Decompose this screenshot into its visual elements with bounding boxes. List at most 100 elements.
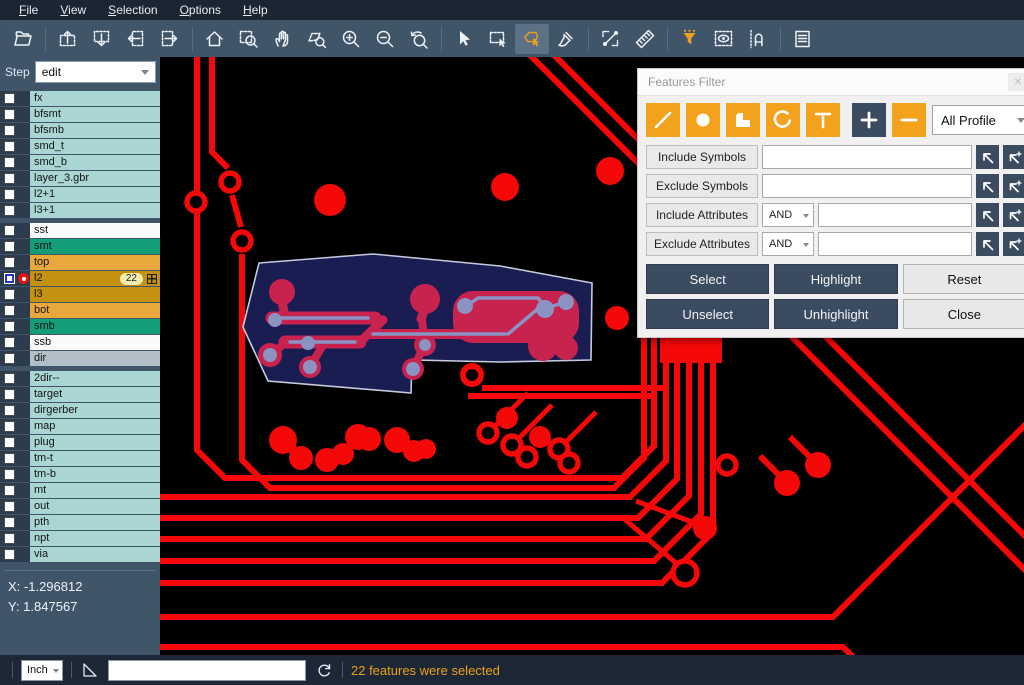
close-button[interactable]: Close — [903, 299, 1024, 329]
layer-visible-checkbox[interactable] — [4, 173, 15, 184]
layer-indicator-slot[interactable] — [18, 189, 29, 200]
include-attributes-button[interactable]: Include Attributes — [646, 203, 758, 227]
exclude-attributes-input[interactable] — [818, 232, 972, 256]
unhighlight-button[interactable]: Unhighlight — [774, 299, 897, 329]
layer-name[interactable]: ssb — [30, 335, 160, 350]
layer-name[interactable]: l3+1 — [30, 203, 160, 218]
menu-item-view[interactable]: View — [49, 0, 97, 20]
layer-indicator-slot[interactable] — [18, 241, 29, 252]
remove-filter-button[interactable] — [892, 103, 926, 137]
layer-row-smd_b[interactable]: smd_b — [0, 155, 160, 170]
layer-name[interactable]: dir — [30, 351, 160, 366]
layer-visible-checkbox[interactable] — [4, 453, 15, 464]
layer-visible-checkbox[interactable] — [4, 501, 15, 512]
layer-indicator-slot[interactable] — [18, 501, 29, 512]
highlight-button[interactable]: Highlight — [774, 264, 897, 294]
pad-filter-button[interactable] — [686, 103, 720, 137]
layer-row-smb[interactable]: smb — [0, 319, 160, 334]
layer-row-bfsmt[interactable]: bfsmt — [0, 107, 160, 122]
layer-row-smd_t[interactable]: smd_t — [0, 139, 160, 154]
menu-item-file[interactable]: File — [8, 0, 49, 20]
include-attributes-logic-select[interactable]: AND — [762, 203, 814, 227]
layer-row-via[interactable]: via — [0, 547, 160, 562]
pan-hand-button[interactable] — [266, 24, 300, 54]
angle-measure-icon[interactable] — [80, 660, 100, 680]
layer-grid-icon[interactable] — [147, 274, 157, 284]
layer-indicator-slot[interactable] — [18, 453, 29, 464]
layer-indicator-slot[interactable] — [18, 125, 29, 136]
layer-name[interactable]: bfsmt — [30, 107, 160, 122]
pick-add-from-canvas-button[interactable] — [1003, 145, 1024, 169]
reset-button[interactable]: Reset — [903, 264, 1024, 294]
pick-from-canvas-button[interactable] — [976, 174, 999, 198]
command-input[interactable] — [108, 660, 306, 681]
layer-row-layer_3.gbr[interactable]: layer_3.gbr — [0, 171, 160, 186]
layer-row-tm-t[interactable]: tm-t — [0, 451, 160, 466]
layer-row-dirgerber[interactable]: dirgerber — [0, 403, 160, 418]
layer-indicator-slot[interactable] — [18, 289, 29, 300]
home-view-button[interactable] — [198, 24, 232, 54]
view-options-button[interactable] — [707, 24, 741, 54]
pick-add-from-canvas-button[interactable] — [1003, 232, 1024, 256]
line-filter-button[interactable] — [646, 103, 680, 137]
layer-indicator-slot[interactable] — [18, 321, 29, 332]
profile-select[interactable]: All Profile — [932, 105, 1024, 135]
layer-visible-checkbox[interactable] — [4, 205, 15, 216]
layer-name[interactable]: 2dir-- — [30, 371, 160, 386]
log-panel-button[interactable] — [786, 24, 820, 54]
layer-row-npt[interactable]: npt — [0, 531, 160, 546]
layer-name[interactable]: mt — [30, 483, 160, 498]
layer-indicator-slot[interactable] — [18, 173, 29, 184]
layer-visible-checkbox[interactable] — [4, 469, 15, 480]
layer-name[interactable]: plug — [30, 435, 160, 450]
exclude-attributes-button[interactable]: Exclude Attributes — [646, 232, 758, 256]
layer-name[interactable]: tm-t — [30, 451, 160, 466]
layer-name[interactable]: l2+1 — [30, 187, 160, 202]
layer-visible-checkbox[interactable] — [4, 421, 15, 432]
layer-visible-checkbox[interactable] — [4, 321, 15, 332]
layer-visible-checkbox[interactable] — [4, 109, 15, 120]
layer-name[interactable]: tm-b — [30, 467, 160, 482]
layer-visible-checkbox[interactable] — [4, 289, 15, 300]
layer-indicator-slot[interactable] — [18, 353, 29, 364]
layer-row-map[interactable]: map — [0, 419, 160, 434]
layer-indicator-slot[interactable] — [18, 405, 29, 416]
layer-row-l3+1[interactable]: l3+1 — [0, 203, 160, 218]
layer-visible-checkbox[interactable] — [4, 241, 15, 252]
layer-indicator-slot[interactable] — [18, 373, 29, 384]
pick-from-canvas-button[interactable] — [976, 145, 999, 169]
include-symbols-button[interactable]: Include Symbols — [646, 145, 758, 169]
layer-indicator-slot[interactable] — [18, 225, 29, 236]
pick-from-canvas-button[interactable] — [976, 203, 999, 227]
features-filter-button[interactable] — [673, 24, 707, 54]
layer-row-target[interactable]: target — [0, 387, 160, 402]
layer-row-top[interactable]: top — [0, 255, 160, 270]
layer-indicator-slot[interactable] — [18, 109, 29, 120]
layer-visible-checkbox[interactable] — [4, 437, 15, 448]
select-arrow-button[interactable] — [447, 24, 481, 54]
refresh-icon[interactable] — [314, 660, 334, 680]
step-select[interactable]: edit — [35, 61, 156, 83]
zoom-in-button[interactable] — [334, 24, 368, 54]
layer-visible-checkbox[interactable] — [4, 189, 15, 200]
layer-name[interactable]: l3 — [30, 287, 160, 302]
snap-magnet-button[interactable] — [741, 24, 775, 54]
layer-name[interactable]: smd_t — [30, 139, 160, 154]
layer-indicator-slot[interactable] — [18, 157, 29, 168]
layer-name[interactable]: smb — [30, 319, 160, 334]
layer-row-smt[interactable]: smt — [0, 239, 160, 254]
layer-indicator-slot[interactable] — [18, 517, 29, 528]
layer-name[interactable]: out — [30, 499, 160, 514]
active-layer-indicator[interactable] — [18, 273, 29, 284]
layer-indicator-slot[interactable] — [18, 485, 29, 496]
pan-left-button[interactable] — [119, 24, 153, 54]
layer-row-fx[interactable]: fx — [0, 91, 160, 106]
layer-name[interactable]: bfsmb — [30, 123, 160, 138]
layer-row-l2[interactable]: l222 — [0, 271, 160, 286]
layer-indicator-slot[interactable] — [18, 205, 29, 216]
layer-visible-checkbox[interactable] — [4, 273, 15, 284]
menu-item-selection[interactable]: Selection — [97, 0, 168, 20]
layer-visible-checkbox[interactable] — [4, 305, 15, 316]
layer-indicator-slot[interactable] — [18, 437, 29, 448]
pan-right-button[interactable] — [153, 24, 187, 54]
